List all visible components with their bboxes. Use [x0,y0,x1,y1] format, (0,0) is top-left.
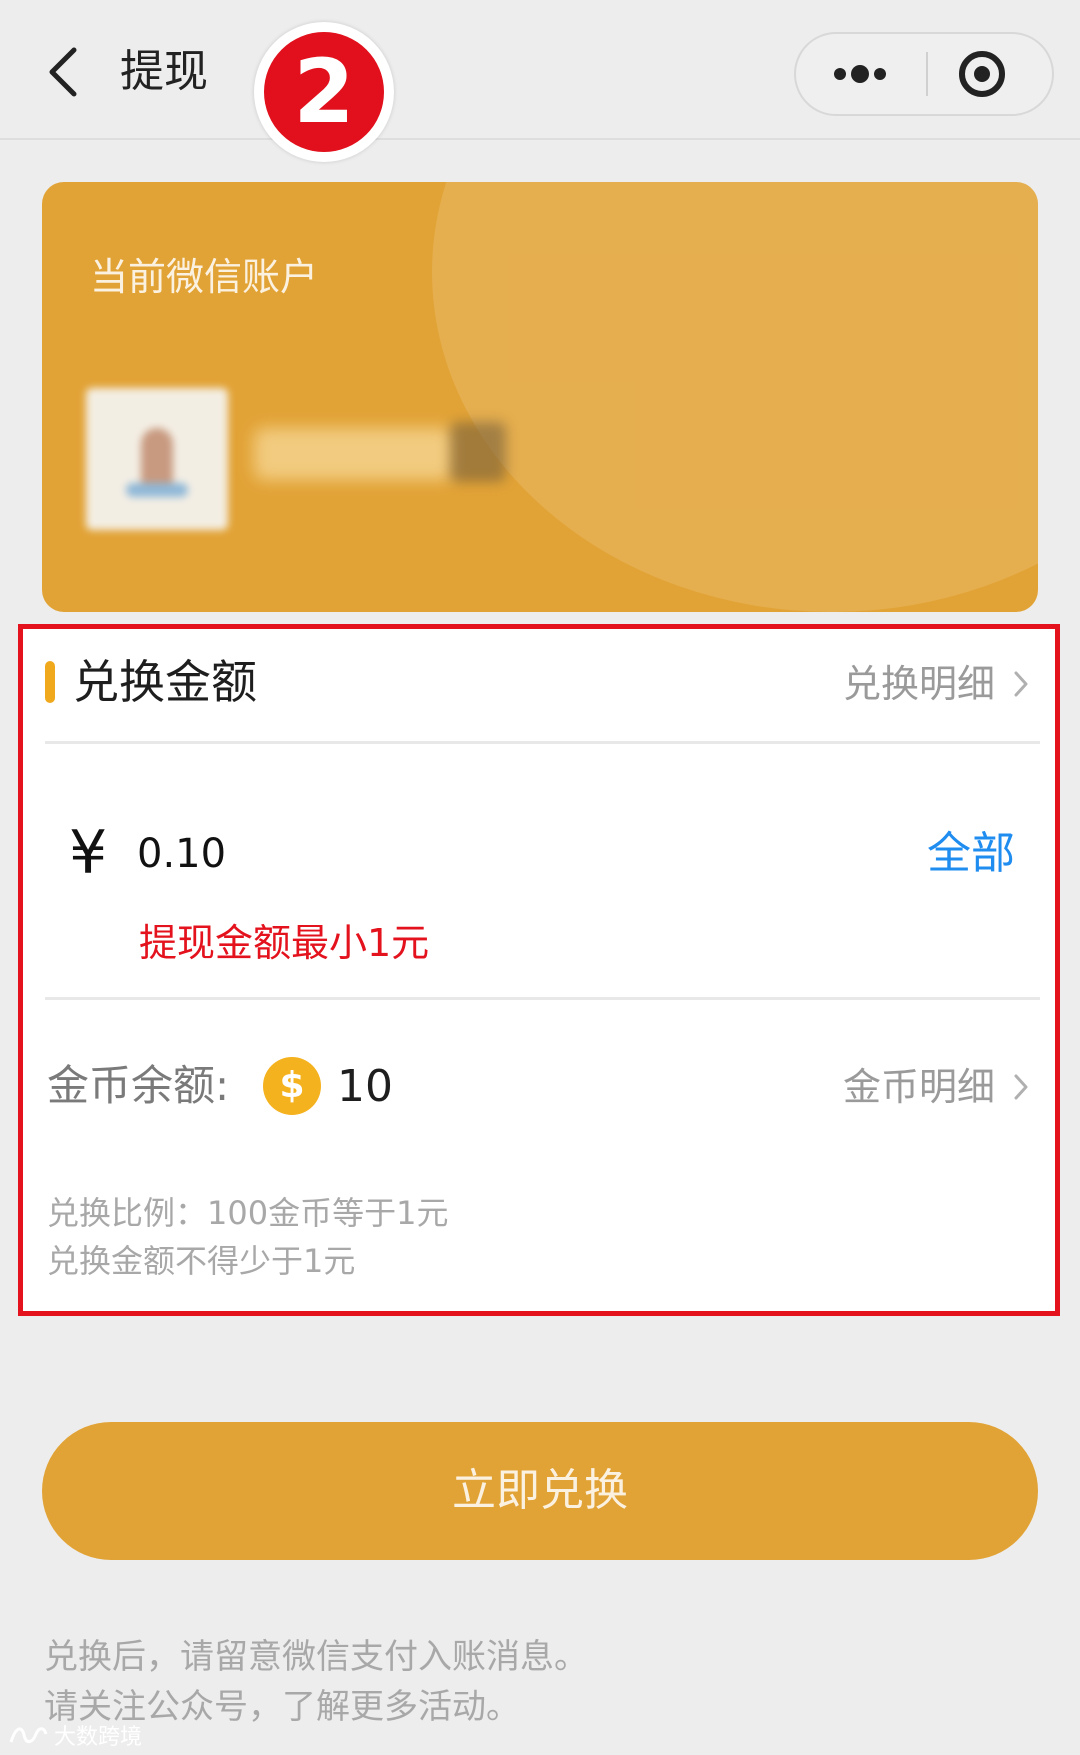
divider [45,997,1040,1000]
coin-detail-link[interactable]: 金币明细 [843,1061,1029,1113]
redeem-now-button[interactable]: 立即兑换 [42,1422,1038,1560]
capsule-divider [926,52,928,96]
card-decoration [432,182,1038,612]
more-dots-icon [834,65,886,83]
blurred-username-icon [450,422,506,482]
miniprogram-capsule [794,32,1054,116]
avatar [86,388,228,530]
account-label: 当前微信账户 [90,255,319,299]
currency-symbol: ¥ [69,818,108,888]
step-number-badge: 2 [254,22,394,162]
avatar-base [126,483,188,497]
payment-notice: 兑换后，请留意微信支付入账消息。 [44,1637,588,1677]
exchange-detail-label: 兑换明细 [842,662,995,706]
coin-balance-value: 10 [337,1061,393,1112]
page-title: 提现 [120,46,208,97]
exchange-notes: 兑换比例：100金币等于1元 兑换金额不得少于1元 [47,1189,448,1285]
watermark-logo-icon [9,1727,48,1744]
minimum-amount-note: 兑换金额不得少于1元 [47,1242,356,1280]
avatar-figure [141,428,173,488]
close-miniprogram-button[interactable] [930,34,1052,114]
blurred-username [254,428,454,480]
section-title: 兑换金额 [73,655,257,709]
section-accent-bar [45,661,55,703]
step-number: 2 [264,32,384,152]
watermark-text: 大数跨境 [54,1725,143,1750]
amount-input[interactable] [137,819,737,889]
amount-error-message: 提现金额最小1元 [139,921,430,965]
exchange-panel: 兑换金额 兑换明细 ¥ 全部 提现金额最小1元 金币余额: $ 10 金币明细 … [18,624,1060,1316]
divider [45,741,1040,744]
nav-bar: 提现 2 [0,0,1080,162]
chevron-right-icon [1014,1074,1028,1100]
back-arrow-icon[interactable] [42,44,86,100]
more-button[interactable] [796,34,924,114]
exchange-detail-link[interactable]: 兑换明细 [843,659,1029,709]
coin-detail-label: 金币明细 [842,1065,995,1109]
chevron-right-icon [1014,671,1028,697]
footer-notes: 兑换后，请留意微信支付入账消息。 请关注公众号，了解更多活动。 [44,1632,588,1732]
wechat-account-card: 当前微信账户 [42,182,1038,612]
coin-balance-label: 金币余额: [47,1061,230,1110]
target-close-icon [959,51,1005,97]
section-header: 兑换金额 兑换明细 [23,629,1055,743]
exchange-rate-note: 兑换比例：100金币等于1元 [47,1194,449,1232]
watermark: 大数跨境 [8,1718,142,1752]
withdraw-all-button[interactable]: 全部 [927,823,1015,885]
coin-icon: $ [263,1057,321,1115]
